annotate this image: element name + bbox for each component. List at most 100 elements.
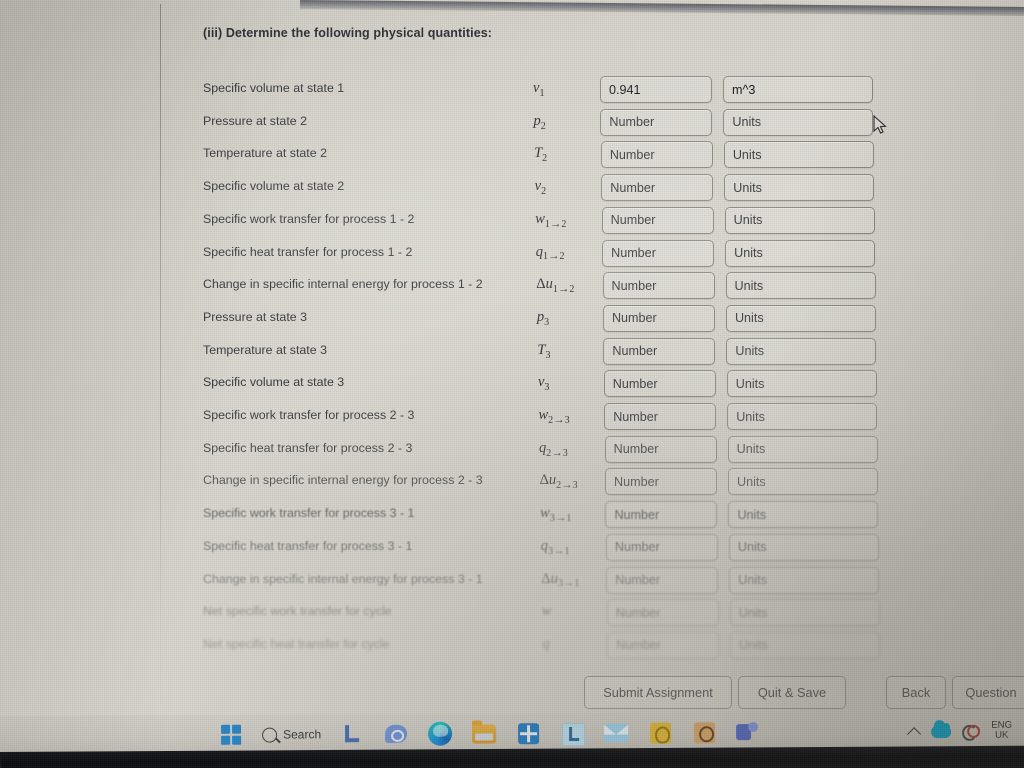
number-input[interactable]: Number [604,403,717,430]
search-icon [262,727,278,743]
quantity-symbol: Δu2→3 [539,472,578,492]
units-input[interactable]: Units [728,468,879,496]
units-placeholder: Units [737,474,766,489]
number-input[interactable]: Number [606,599,719,627]
number-placeholder: Number [610,213,656,228]
quantity-symbol: p2 [533,112,546,132]
quantity-row: Specific heat transfer for process 1 - 2… [0,239,1024,270]
chevron-up-icon[interactable] [908,725,920,737]
quantity-label: Specific work transfer for process 3 - 1 [203,506,415,521]
units-input[interactable]: Units [728,501,879,529]
units-input[interactable]: Units [726,370,877,398]
file-explorer-icon[interactable] [471,720,497,746]
button-back[interactable]: Back [886,676,946,709]
quantity-row: Specific work transfer for process 3 - 1… [0,501,1024,531]
number-input[interactable]: Number [605,501,718,529]
number-placeholder: Number [610,180,656,195]
taskbar-search[interactable]: Search [262,727,321,743]
quantity-label: Specific heat transfer for process 3 - 1 [203,538,413,553]
number-placeholder: Number [614,540,660,555]
units-input[interactable]: Units [727,435,878,463]
number-input[interactable]: Number [603,370,716,398]
number-placeholder: Number [615,605,661,620]
network-status-icon[interactable] [962,723,980,738]
question-heading: (iii) Determine the following physical q… [203,26,493,40]
units-input[interactable]: Units [725,304,876,332]
units-input[interactable]: Units [725,272,876,300]
quantity-symbol: q1→2 [535,243,565,263]
number-input[interactable]: Number [606,566,719,594]
units-input[interactable]: Units [727,403,878,430]
number-input[interactable]: Number [603,337,716,365]
quantity-symbol: Δu3→1 [541,570,580,590]
number-input[interactable]: Number [602,272,715,300]
number-placeholder: Number [611,311,657,326]
microsoft-edge-icon[interactable] [427,721,453,747]
button-label: Back [901,685,931,700]
number-input[interactable]: Number [605,533,718,561]
microsoft-store-icon[interactable] [515,720,541,746]
number-value: 0.941 [609,82,641,97]
number-placeholder: Number [614,474,659,489]
number-input[interactable]: Number [600,108,713,136]
units-input[interactable]: Units [730,631,881,659]
start-button[interactable] [218,722,244,748]
units-placeholder: Units [735,344,765,359]
units-input[interactable]: Units [724,174,875,202]
units-input[interactable]: Units [723,141,874,169]
units-value: m^3 [732,82,756,97]
units-input[interactable]: Units [723,108,874,136]
quantity-label: Change in specific internal energy for p… [203,571,483,586]
button-label: Question [965,685,1017,700]
chat-icon[interactable] [383,721,409,747]
number-placeholder: Number [614,507,660,522]
learning-app-icon[interactable] [559,720,586,747]
mail-icon[interactable] [603,720,629,746]
number-input[interactable]: Number [605,468,718,496]
number-input[interactable]: Number [600,141,713,169]
quantity-row: Change in specific internal energy for p… [0,566,1024,597]
number-placeholder: Number [609,147,655,162]
button-question[interactable]: Question [952,676,1024,709]
quantity-symbol: w [541,603,552,620]
content-divider [160,4,161,704]
quantity-label: Pressure at state 2 [203,113,307,128]
number-input[interactable]: Number [602,239,715,267]
units-placeholder: Units [735,376,765,391]
onedrive-cloud-icon[interactable] [931,724,952,738]
units-input[interactable]: Units [729,566,880,594]
units-placeholder: Units [739,638,768,653]
linkedin-learning-icon[interactable] [339,721,365,747]
number-input[interactable]: Number [602,304,715,332]
media-icon[interactable] [691,719,717,745]
quantity-label: Specific heat transfer for process 2 - 3 [203,440,413,455]
number-placeholder: Number [611,278,657,293]
number-input[interactable]: Number [601,206,714,234]
number-input[interactable]: Number [604,435,717,463]
units-input[interactable]: m^3 [723,76,873,103]
number-placeholder: Number [616,638,661,653]
units-input[interactable]: Units [729,599,880,627]
button-label: Quit & Save [757,685,827,700]
units-input[interactable]: Units [726,337,877,365]
quantity-symbol: q3→1 [540,537,570,557]
quantity-row: Specific volume at state 3 v3 Number Units [0,370,1024,400]
number-input[interactable]: 0.941 [600,76,712,103]
units-input[interactable]: Units [728,533,879,561]
microsoft-teams-icon[interactable] [735,719,761,745]
button-quit-save[interactable]: Quit & Save [738,676,846,709]
quantity-row: Specific work transfer for process 2 - 3… [0,403,1024,433]
button-submit-assignment[interactable]: Submit Assignment [584,676,732,709]
units-placeholder: Units [734,278,764,293]
number-placeholder: Number [615,573,661,587]
number-input[interactable]: Number [607,631,720,659]
quantity-row: Net specific work transfer for cycle w Num… [0,599,1024,629]
language-indicator[interactable]: ENG UK [991,719,1012,741]
units-input[interactable]: Units [724,206,875,234]
units-input[interactable]: Units [725,239,876,267]
number-placeholder: Number [612,376,658,391]
notes-icon[interactable] [647,719,673,745]
number-input[interactable]: Number [601,174,714,202]
units-placeholder: Units [738,605,768,620]
units-placeholder: Units [737,540,767,555]
